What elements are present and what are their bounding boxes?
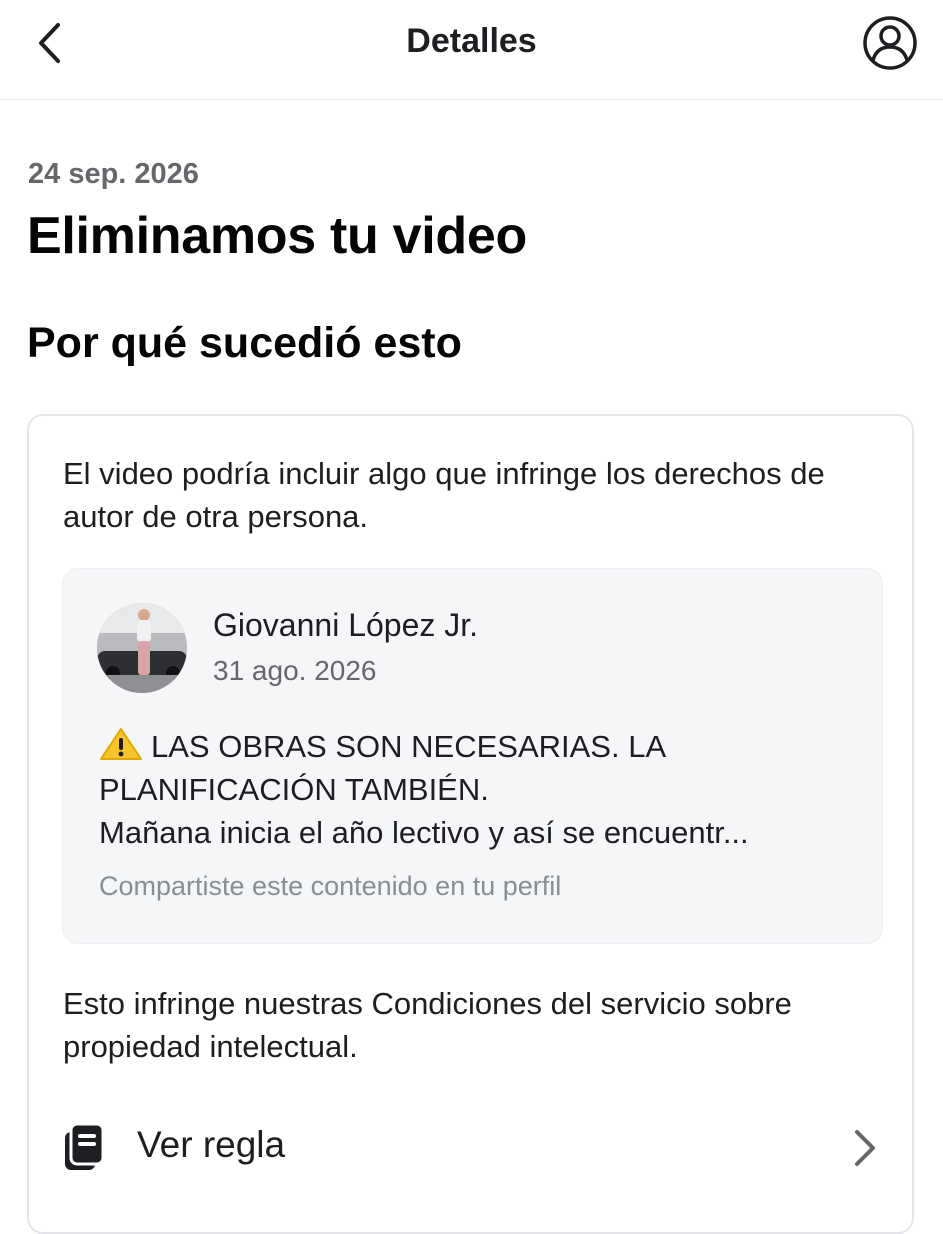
- chevron-right-icon: [855, 1130, 875, 1166]
- avatar: [97, 603, 187, 693]
- post-text-line2: Mañana inicia el año lectivo y así se en…: [99, 815, 749, 850]
- page-title: Detalles: [406, 22, 537, 60]
- removed-post-preview[interactable]: Giovanni López Jr. 31 ago. 2026 LAS OBRA…: [62, 568, 883, 944]
- notice-date: 24 sep. 2026: [28, 158, 199, 190]
- post-text: LAS OBRAS SON NECESARIAS. LA PLANIFICACI…: [99, 725, 859, 854]
- terms-text: Esto infringe nuestras Condiciones del s…: [63, 986, 792, 1064]
- view-rule-button[interactable]: Ver regla: [29, 1104, 912, 1192]
- top-bar: Detalles: [0, 0, 943, 100]
- post-note: Compartiste este contenido en tu perfil: [99, 871, 562, 901]
- notice-headline: Eliminamos tu video: [27, 207, 527, 265]
- post-author: Giovanni López Jr.: [213, 607, 479, 643]
- book-icon: [65, 1122, 105, 1170]
- post-text-line1: LAS OBRAS SON NECESARIAS. LA PLANIFICACI…: [99, 729, 665, 807]
- removal-reason: El video podría incluir algo que infring…: [63, 456, 825, 534]
- profile-button[interactable]: [862, 15, 918, 71]
- section-title: Por qué sucedió esto: [27, 319, 462, 367]
- warning-icon: [100, 728, 142, 760]
- user-circle-icon: [863, 16, 917, 70]
- post-date: 31 ago. 2026: [213, 655, 377, 686]
- details-card: El video podría incluir algo que infring…: [27, 414, 914, 1234]
- view-rule-label: Ver regla: [137, 1124, 286, 1165]
